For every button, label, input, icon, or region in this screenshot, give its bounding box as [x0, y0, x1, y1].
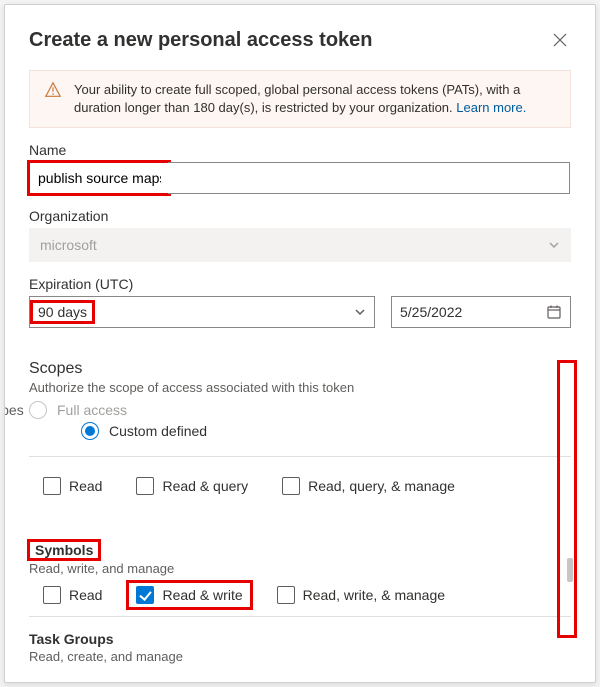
learn-more-link[interactable]: Learn more. — [456, 100, 526, 115]
check-read[interactable]: Read — [43, 477, 102, 495]
organization-value: microsoft — [40, 237, 97, 253]
warning-icon — [44, 81, 62, 117]
scroll-highlight — [557, 360, 577, 638]
symbols-read[interactable]: Read — [43, 586, 102, 604]
restriction-banner: Your ability to create full scoped, glob… — [29, 70, 571, 128]
symbols-read-write-manage[interactable]: Read, write, & manage — [277, 586, 445, 604]
scopes-label: Scopes — [4, 402, 19, 418]
symbols-sub: Read, write, and manage — [29, 561, 571, 576]
duration-select[interactable]: 90 days — [29, 296, 375, 328]
check-read-query-manage[interactable]: Read, query, & manage — [282, 477, 455, 495]
checkbox[interactable] — [282, 477, 300, 495]
chevron-down-icon — [354, 306, 366, 318]
scope-mode-full[interactable]: Scopes Full access — [4, 401, 571, 419]
chevron-down-icon — [548, 239, 560, 251]
banner-text: Your ability to create full scoped, glob… — [74, 81, 556, 117]
expiration-label: Expiration (UTC) — [29, 276, 571, 292]
expiration-field: Expiration (UTC) 90 days 5/25/2022 — [29, 276, 571, 328]
checkbox[interactable] — [43, 586, 61, 604]
expiration-date-input[interactable]: 5/25/2022 — [391, 296, 571, 328]
scope-group-task-groups: Task Groups Read, create, and manage — [29, 616, 571, 664]
expiration-date-value: 5/25/2022 — [400, 304, 462, 320]
name-input[interactable] — [29, 162, 169, 194]
organization-label: Organization — [29, 208, 571, 224]
scope-mode-custom[interactable]: Custom defined — [29, 422, 571, 440]
scopes-heading: Scopes — [29, 360, 571, 378]
symbols-title: Symbols — [29, 541, 99, 559]
dialog-header: Create a new personal access token — [29, 29, 571, 52]
organization-select[interactable]: microsoft — [29, 228, 571, 262]
scopes-section: Scopes Authorize the scope of access ass… — [29, 342, 571, 674]
name-input-rest[interactable] — [168, 162, 570, 194]
close-button[interactable] — [549, 29, 571, 51]
custom-defined-label: Custom defined — [109, 423, 207, 439]
task-groups-title: Task Groups — [29, 631, 571, 647]
symbols-read-write[interactable]: Read & write — [128, 582, 250, 608]
full-access-label: Full access — [57, 402, 127, 418]
task-groups-sub: Read, create, and manage — [29, 649, 571, 664]
scrollbar-thumb[interactable] — [567, 558, 573, 582]
name-label: Name — [29, 142, 571, 158]
checkbox[interactable] — [136, 477, 154, 495]
check-read-query[interactable]: Read & query — [136, 477, 248, 495]
radio-full-access[interactable] — [29, 401, 47, 419]
scope-group-generic: Read Read & query Read, query, & manage — [29, 456, 571, 499]
scope-group-symbols: Symbols Read, write, and manage Read Rea… — [29, 527, 571, 608]
create-pat-dialog: Create a new personal access token Your … — [4, 4, 596, 683]
duration-value: 90 days — [32, 302, 93, 322]
checkbox[interactable] — [136, 586, 154, 604]
calendar-icon — [546, 304, 562, 320]
dialog-title: Create a new personal access token — [29, 29, 373, 52]
name-field: Name — [29, 142, 571, 194]
scopes-subheading: Authorize the scope of access associated… — [29, 380, 571, 395]
close-icon — [552, 32, 568, 48]
radio-custom-defined[interactable] — [81, 422, 99, 440]
checkbox[interactable] — [277, 586, 295, 604]
checkbox[interactable] — [43, 477, 61, 495]
organization-field: Organization microsoft — [29, 208, 571, 262]
